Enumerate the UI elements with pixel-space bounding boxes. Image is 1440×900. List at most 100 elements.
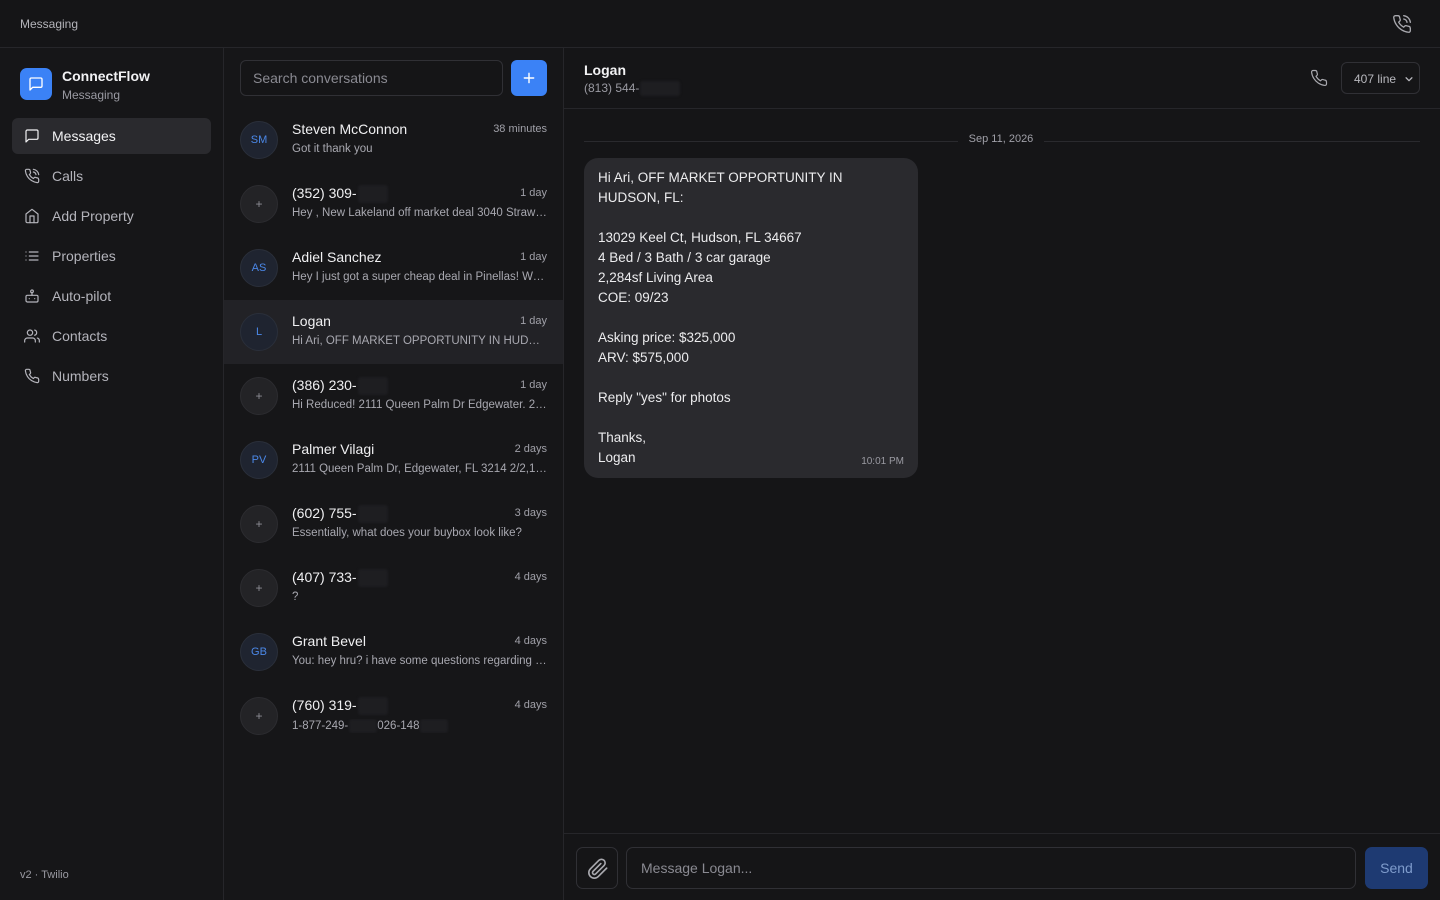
sidebar-item-label: Messages [52, 128, 116, 144]
brand-name: ConnectFlow [62, 68, 150, 84]
sidebar-item-add-property[interactable]: Add Property [12, 198, 211, 234]
sidebar-item-messages[interactable]: Messages [12, 118, 211, 154]
redacted-text [357, 377, 388, 396]
top-bar-title: Messaging [20, 17, 79, 31]
phone-number: (813) 544- [584, 81, 640, 95]
conversation-name: Grant Bevel [292, 633, 366, 649]
list-icon [25, 251, 39, 261]
conversation-name: Logan [292, 313, 331, 329]
redacted-text [420, 719, 449, 733]
send-button[interactable]: Send [1365, 847, 1428, 889]
redacted-text [357, 697, 388, 716]
divider [1044, 141, 1420, 142]
users-icon [24, 329, 40, 343]
conversation-preview: 1-877-249- 026-148 [292, 719, 547, 733]
sidebar-item-label: Auto-pilot [52, 288, 112, 304]
new-conversation-button[interactable] [511, 60, 547, 96]
phone-number: (407) 733- [292, 569, 357, 585]
brand-subtitle: Messaging [62, 88, 121, 102]
conversation-item-selected[interactable]: L Logan 1 day Hi Ari, OFF MARKET OPPORTU… [224, 300, 563, 364]
conversation-item[interactable]: SM Steven McConnon 38 minutes Got it tha… [224, 108, 563, 172]
conversation-preview: Essentially, what does your buybox look … [292, 527, 522, 539]
chevron-down-icon [1405, 77, 1413, 82]
conversation-name: Adiel Sanchez [292, 249, 382, 265]
conversation-item[interactable]: + (602) 755- 3 days Essentially, what do… [224, 492, 563, 556]
phone-icon [24, 368, 40, 384]
plus-icon [523, 72, 535, 84]
conversation-item[interactable]: AS Adiel Sanchez 1 day Hey I just got a … [224, 236, 563, 300]
phone-number: (386) 230- [292, 377, 357, 393]
conversation-name: (760) 319- [292, 697, 388, 716]
top-bar: Messaging [0, 0, 1440, 48]
sidebar-item-label: Numbers [52, 368, 109, 384]
redacted-text [357, 569, 388, 588]
conversation-item[interactable]: + (760) 319- 4 days 1-877-249- 026-148 [224, 684, 563, 748]
redacted-text [640, 81, 681, 97]
avatar: GB [240, 633, 278, 671]
sidebar-item-label: Calls [52, 168, 84, 184]
call-button[interactable] [1310, 69, 1328, 87]
conversation-preview: Hey , New Lakeland off market deal 3040 … [292, 207, 547, 219]
date-label: Sep 11, 2026 [968, 133, 1034, 145]
conversation-item[interactable]: + (407) 733- 4 days ? [224, 556, 563, 620]
phone-number: (352) 309- [292, 185, 357, 201]
conversation-preview: Hey I just got a super cheap deal in Pin… [292, 271, 547, 283]
attach-button[interactable] [576, 847, 618, 889]
conversation-time: 1 day [520, 379, 547, 391]
avatar: + [240, 697, 278, 735]
phone-number: (760) 319- [292, 697, 357, 713]
sidebar: ConnectFlow Messaging Messages Calls Add… [0, 48, 224, 900]
message-square-icon [25, 129, 39, 143]
divider [584, 141, 958, 142]
message-input[interactable] [626, 847, 1356, 889]
phone-call-icon[interactable] [1392, 14, 1412, 34]
conversation-time: 1 day [520, 251, 547, 263]
paperclip-icon [588, 858, 608, 879]
conversation-preview: 2111 Queen Palm Dr, Edgewater, FL 3214 2… [292, 463, 547, 475]
brand-logo [20, 68, 52, 100]
redacted-text [357, 185, 388, 204]
line-select-value: 407 line [1354, 72, 1397, 86]
avatar: AS [240, 249, 278, 287]
sidebar-item-calls[interactable]: Calls [12, 158, 211, 194]
avatar: L [240, 313, 278, 351]
message-square-icon [29, 77, 43, 91]
conversation-list: SM Steven McConnon 38 minutes Got it tha… [224, 108, 563, 748]
sidebar-item-auto-pilot[interactable]: Auto-pilot [12, 278, 211, 314]
preview-text: 026-148 [377, 720, 420, 733]
sidebar-item-contacts[interactable]: Contacts [12, 318, 211, 354]
contact-name: Logan [584, 62, 626, 78]
redacted-text [357, 505, 388, 524]
sidebar-item-properties[interactable]: Properties [12, 238, 211, 274]
conversation-name: (352) 309- [292, 185, 388, 204]
date-separator: Sep 11, 2026 [584, 133, 1420, 149]
conversation-time: 38 minutes [493, 123, 547, 135]
chat-panel: Logan (813) 544- 407 line Sep 11, 2026 H… [564, 48, 1440, 900]
sidebar-item-label: Add Property [52, 208, 134, 224]
sidebar-item-label: Properties [52, 248, 116, 264]
conversation-name: (386) 230- [292, 377, 388, 396]
sidebar-item-label: Contacts [52, 328, 108, 344]
avatar: SM [240, 121, 278, 159]
avatar: PV [240, 441, 278, 479]
conversation-item[interactable]: + (386) 230- 1 day Hi Reduced! 2111 Quee… [224, 364, 563, 428]
search-input[interactable] [240, 60, 503, 96]
sidebar-item-numbers[interactable]: Numbers [12, 358, 211, 394]
conversation-preview: ? [292, 591, 299, 603]
phone-icon [1310, 69, 1328, 87]
conversation-time: 4 days [514, 699, 547, 711]
avatar: + [240, 505, 278, 543]
conversation-item[interactable]: + (352) 309- 1 day Hey , New Lakeland of… [224, 172, 563, 236]
message-bubble: Hi Ari, OFF MARKET OPPORTUNITY IN HUDSON… [584, 158, 918, 478]
line-select[interactable]: 407 line [1341, 62, 1420, 94]
conversation-preview: You: hey hru? i have some questions rega… [292, 655, 547, 667]
phone-call-icon [24, 168, 40, 184]
conversation-item[interactable]: PV Palmer Vilagi 2 days 2111 Queen Palm … [224, 428, 563, 492]
conversation-time: 1 day [520, 315, 547, 327]
conversation-item[interactable]: GB Grant Bevel 4 days You: hey hru? i ha… [224, 620, 563, 684]
conversation-panel: SM Steven McConnon 38 minutes Got it tha… [224, 48, 564, 900]
home-icon [25, 208, 39, 224]
conversation-time: 1 day [520, 187, 547, 199]
conversation-preview: Got it thank you [292, 143, 373, 155]
avatar: + [240, 569, 278, 607]
